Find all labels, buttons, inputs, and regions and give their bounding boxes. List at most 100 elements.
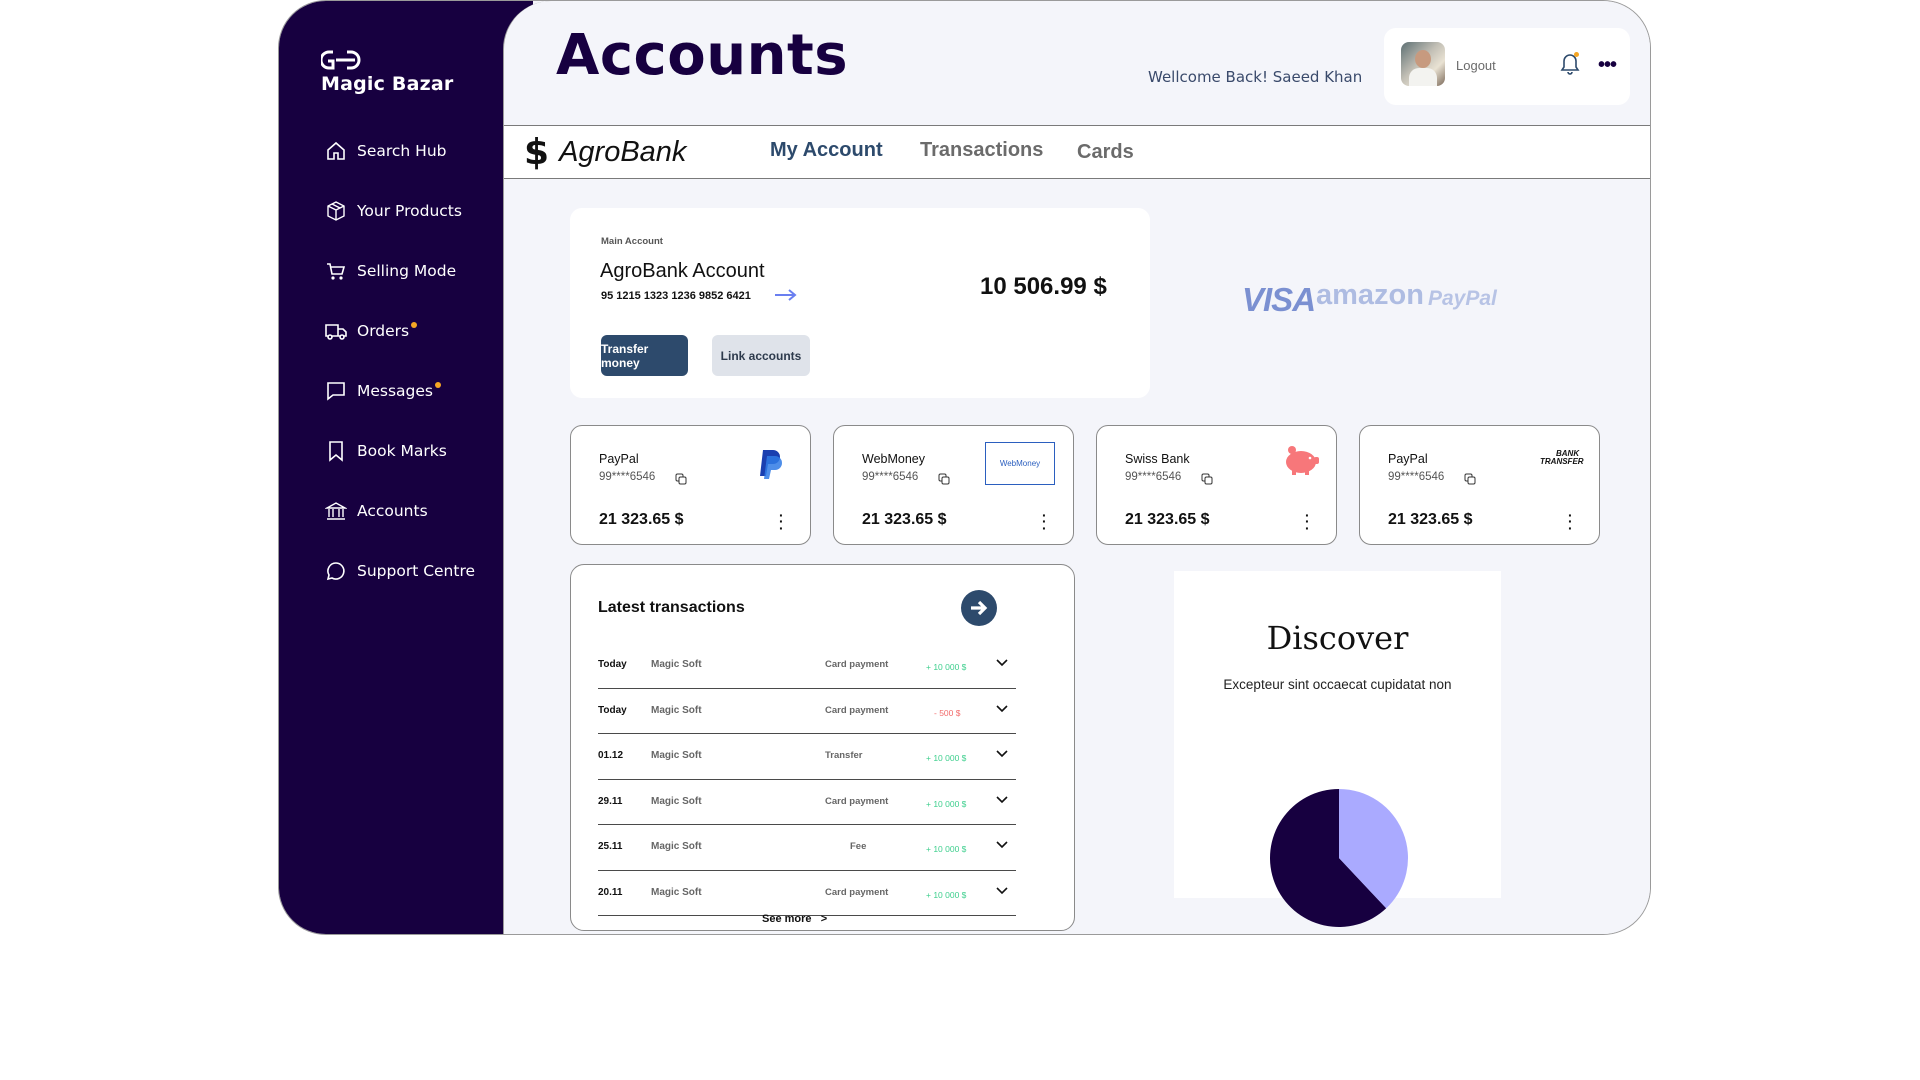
copy-icon[interactable]	[675, 472, 687, 490]
piggy-bank-icon	[1279, 442, 1321, 483]
sidebar-item-your-products[interactable]: Your Products	[323, 181, 475, 241]
avatar[interactable]	[1401, 42, 1445, 86]
table-row[interactable]: Today Magic Soft Card payment + 10 000 $	[598, 643, 1016, 689]
dollar-icon: $	[524, 132, 550, 173]
link-accounts-button[interactable]: Link accounts	[712, 335, 810, 376]
account-card[interactable]: WebMoney 99****6546 WebMoney 21 323.65 $…	[833, 425, 1074, 545]
tx-amount: + 10 000 $	[926, 844, 967, 854]
sidebar-item-label: Messages	[357, 382, 434, 400]
account-card-name: PayPal	[599, 452, 639, 466]
account-card-number: 99****6546	[1125, 471, 1182, 483]
table-row[interactable]: Today Magic Soft Card payment - 500 $	[598, 689, 1016, 734]
kebab-menu-icon[interactable]: · · ·	[1305, 508, 1310, 535]
tx-date: 25.11	[598, 841, 623, 852]
tx-date: 29.11	[598, 795, 623, 807]
account-card[interactable]: PayPal 99****6546 BANK TRANSFER 21 323.6…	[1359, 425, 1600, 545]
tx-type: Card payment	[825, 886, 889, 898]
sidebar: Magic Bazar Search Hub Your Products Sel…	[279, 1, 533, 934]
truck-icon	[323, 318, 349, 344]
account-card-number: 99****6546	[599, 471, 656, 483]
kebab-menu-icon[interactable]: · · ·	[1568, 508, 1573, 535]
table-row[interactable]: 25.11 Magic Soft Fee + 10 000 $	[598, 825, 1016, 871]
tx-date: 01.12	[598, 750, 624, 761]
visa-logo: VISA	[1242, 281, 1316, 318]
chevron-down-icon[interactable]	[996, 704, 1008, 716]
account-card-number: 99****6546	[1388, 471, 1445, 483]
sidebar-item-orders[interactable]: Orders	[323, 301, 475, 361]
sidebar-nav: Search Hub Your Products Selling Mode Or…	[323, 121, 475, 601]
tab-transactions[interactable]: Transactions	[920, 139, 1043, 162]
logout-button[interactable]: Logout	[1456, 58, 1496, 73]
sidebar-item-messages[interactable]: Messages	[323, 361, 475, 421]
amazon-logo: amazon	[1316, 279, 1424, 311]
sidebar-item-accounts[interactable]: Accounts	[323, 481, 475, 541]
chevron-down-icon[interactable]	[996, 659, 1008, 670]
sidebar-item-label: Search Hub	[357, 142, 447, 160]
sidebar-item-book-marks[interactable]: Book Marks	[323, 421, 475, 481]
app-window: Magic Bazar Search Hub Your Products Sel…	[278, 0, 1651, 935]
chevron-down-icon[interactable]	[996, 795, 1008, 807]
account-card[interactable]: Swiss Bank 99****6546 21 323.65 $ · · ·	[1096, 425, 1337, 545]
paypal-logo-icon	[757, 448, 785, 485]
see-more-link[interactable]: See more >	[762, 913, 827, 925]
sidebar-item-label: Your Products	[357, 202, 462, 220]
notification-dot	[411, 322, 418, 328]
brand-logo[interactable]: Magic Bazar	[321, 49, 453, 95]
magic-bazar-logo-icon	[321, 50, 361, 70]
copy-icon[interactable]	[1464, 472, 1476, 490]
sidebar-item-selling-mode[interactable]: Selling Mode	[323, 241, 475, 301]
tab-my-account[interactable]: My Account	[770, 139, 883, 162]
more-options-icon[interactable]: •••	[1598, 54, 1617, 77]
table-row[interactable]: 01.12 Magic Soft Transfer + 10 000 $	[598, 734, 1016, 780]
webmoney-logo-icon: WebMoney	[985, 442, 1055, 485]
account-card[interactable]: PayPal 99****6546 21 323.65 $ · · ·	[570, 425, 811, 545]
transactions-title: Latest transactions	[598, 599, 745, 616]
arrow-circle-right-icon[interactable]	[961, 590, 997, 626]
sidebar-item-search-hub[interactable]: Search Hub	[323, 121, 475, 181]
sidebar-item-label: Book Marks	[357, 442, 447, 460]
cart-icon	[323, 258, 349, 284]
tab-bar: $ AgroBank My Account Transactions Cards	[504, 125, 1650, 179]
main-content: Accounts Wellcome Back! Saeed Khan Logou…	[503, 1, 1650, 934]
table-row[interactable]: 29.11 Magic Soft Card payment + 10 000 $	[598, 780, 1016, 825]
tx-type: Card payment	[825, 659, 889, 670]
tx-merchant: Magic Soft	[651, 659, 702, 670]
paypal-logo: PayPal	[1428, 287, 1497, 310]
tx-merchant: Magic Soft	[651, 704, 702, 716]
main-account-card: Main Account AgroBank Account 95 1215 13…	[570, 208, 1150, 398]
sidebar-item-label: Support Centre	[357, 562, 476, 580]
notification-dot	[435, 382, 442, 388]
sidebar-item-support-centre[interactable]: Support Centre	[323, 541, 475, 601]
chevron-down-icon[interactable]	[996, 841, 1008, 852]
tx-date: 20.11	[598, 886, 623, 898]
transfer-money-button[interactable]: Transfer money	[601, 335, 688, 376]
header: Accounts Wellcome Back! Saeed Khan Logou…	[504, 1, 1650, 125]
tx-merchant: Magic Soft	[651, 795, 702, 807]
chevron-down-icon[interactable]	[996, 886, 1008, 898]
discover-title: Discover	[1266, 619, 1409, 657]
copy-icon[interactable]	[1201, 472, 1213, 490]
copy-icon[interactable]	[938, 472, 950, 490]
box-icon	[323, 198, 349, 224]
user-panel: Logout •••	[1384, 28, 1630, 105]
brand-name: Magic Bazar	[321, 73, 454, 95]
tx-type: Card payment	[825, 795, 889, 807]
account-card-amount: 21 323.65 $	[599, 511, 684, 528]
bank-transfer-logo-text: TRANSFER	[1540, 457, 1584, 466]
tx-merchant: Magic Soft	[651, 841, 702, 852]
table-row[interactable]: 20.11 Magic Soft Card payment + 10 000 $	[598, 871, 1016, 916]
kebab-menu-icon[interactable]: · · ·	[779, 508, 784, 535]
discover-pie-chart	[1270, 789, 1408, 927]
kebab-menu-icon[interactable]: · · ·	[1042, 508, 1047, 535]
webmoney-logo-text: WebMoney	[999, 459, 1041, 468]
bank-logo: $ AgroBank	[524, 132, 686, 173]
bank-transfer-logo-icon: BANK TRANSFER	[1540, 450, 1584, 466]
account-card-name: WebMoney	[862, 452, 925, 466]
arrow-right-icon[interactable]	[773, 288, 799, 307]
tx-type: Transfer	[825, 750, 863, 761]
account-number: 95 1215 1323 1236 9852 6421	[601, 290, 751, 302]
tx-amount: + 10 000 $	[926, 798, 967, 809]
tab-cards[interactable]: Cards	[1077, 141, 1134, 164]
chevron-down-icon[interactable]	[996, 750, 1008, 761]
tx-merchant: Magic Soft	[651, 750, 702, 761]
